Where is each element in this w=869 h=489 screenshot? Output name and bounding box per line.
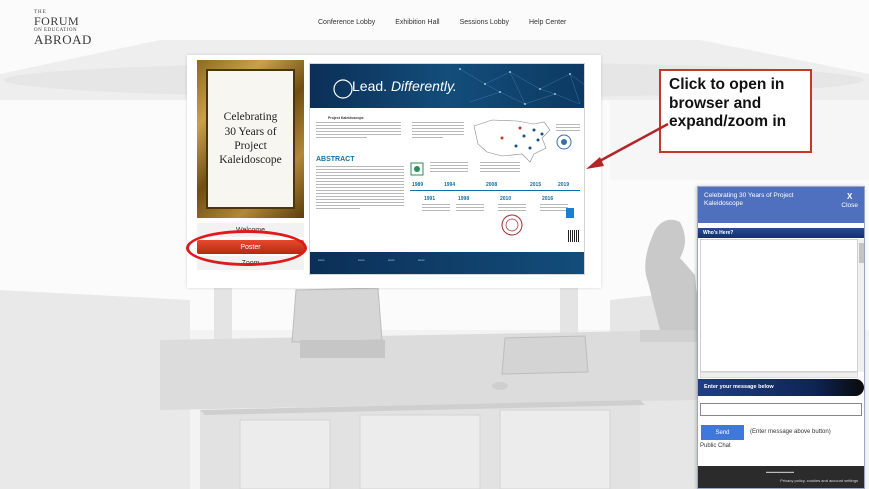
close-icon: X <box>847 192 853 201</box>
scrollbar-thumb[interactable] <box>859 243 864 263</box>
powered-by-logo: ▬▬▬▬▬▬▬ <box>766 469 794 474</box>
send-hint-text: (Enter message above button) <box>750 429 831 435</box>
chat-footer: ▬▬▬▬▬▬▬ Privacy policy, cookies and acco… <box>698 466 864 488</box>
chat-title: Celebrating 30 Years of Project Kaleidos… <box>704 192 794 208</box>
chat-panel: Celebrating 30 Years of Project Kaleidos… <box>697 186 865 489</box>
enter-message-bar: Enter your message below <box>698 379 864 396</box>
chat-message-input[interactable] <box>700 403 862 416</box>
privacy-settings-link[interactable]: Privacy policy, cookies and account sett… <box>780 478 858 483</box>
public-chat-tab[interactable]: Public Chat <box>700 443 731 449</box>
chat-close-label: Close <box>841 201 858 209</box>
chat-horizontal-scrollbar[interactable] <box>700 372 858 378</box>
chat-close-button[interactable]: X Close <box>841 192 858 209</box>
chat-header: Celebrating 30 Years of Project Kaleidos… <box>698 187 864 223</box>
send-button[interactable]: Send <box>701 425 744 440</box>
whos-here-bar: Who's Here? <box>698 228 864 238</box>
chat-list-scrollbar[interactable] <box>857 239 864 372</box>
chat-attendee-list[interactable] <box>700 239 858 372</box>
